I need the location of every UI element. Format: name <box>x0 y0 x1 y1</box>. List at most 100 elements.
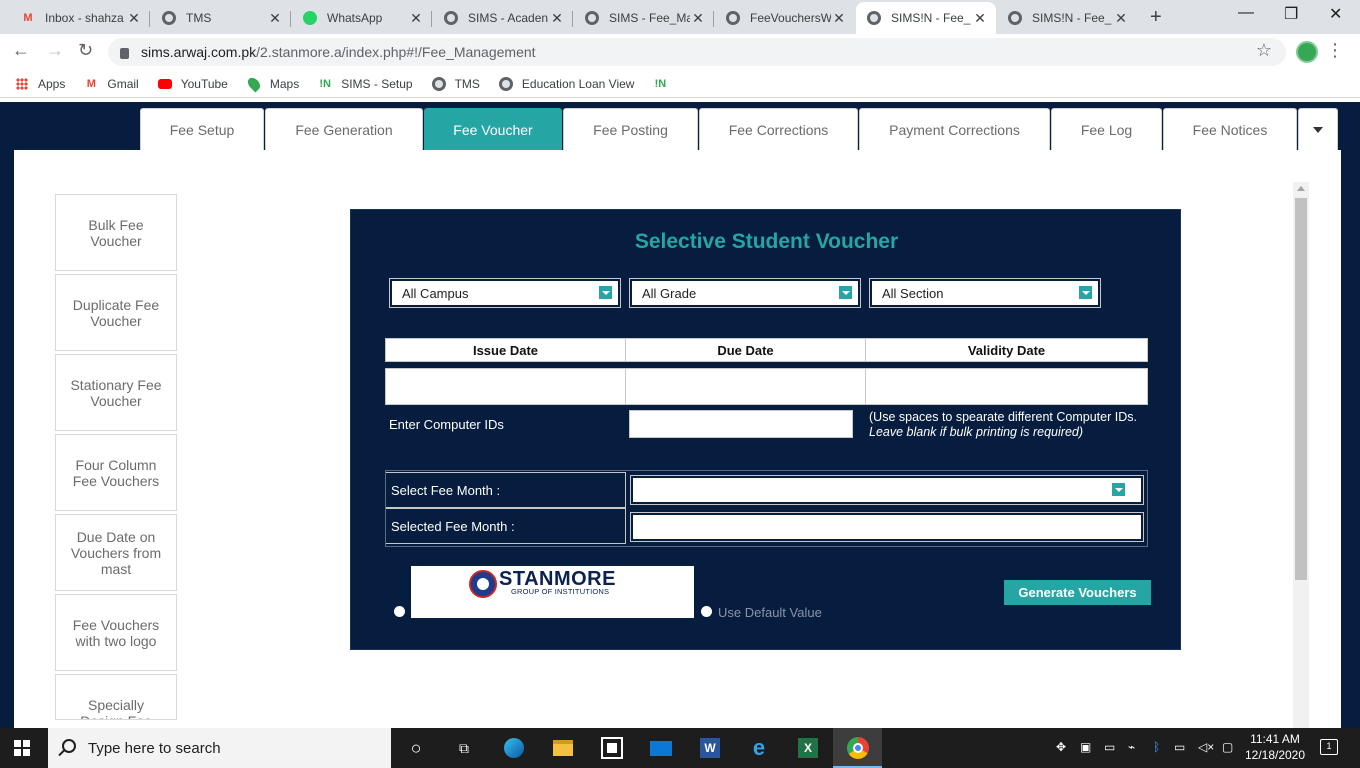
browser-tab-simsin-active[interactable]: SIMS!N - Fee_ ✕ <box>856 2 996 34</box>
tab-fee-notices[interactable]: Fee Notices <box>1163 108 1297 150</box>
bookmark-sims-setup[interactable]: !N SIMS - Setup <box>317 76 412 92</box>
scrollbar-thumb[interactable] <box>1295 198 1307 580</box>
edge-icon[interactable] <box>502 736 526 760</box>
logo-radio[interactable] <box>394 606 405 617</box>
window-close-icon[interactable]: ✕ <box>1329 4 1342 24</box>
store-icon[interactable] <box>600 736 624 760</box>
windows-start-icon[interactable] <box>14 740 30 756</box>
globe-icon <box>443 10 459 26</box>
tray-battery-icon[interactable]: ▭ <box>1174 740 1185 754</box>
hint-line-1: (Use spaces to spearate different Comput… <box>869 410 1137 424</box>
new-tab-icon[interactable]: + <box>1150 6 1162 29</box>
search-placeholder: Type here to search <box>88 739 221 757</box>
file-explorer-icon[interactable] <box>551 736 575 760</box>
browser-tab-sims-fee[interactable]: SIMS - Fee_Ma ✕ <box>574 4 714 32</box>
system-clock[interactable]: 11:41 AM 12/18/2020 <box>1236 731 1314 763</box>
bluetooth-icon[interactable]: ᛒ <box>1153 740 1160 754</box>
date-table: Issue Date Due Date Validity Date <box>385 338 1148 405</box>
browser-tab-sims-academic[interactable]: SIMS - Acaden ✕ <box>433 4 573 32</box>
selected-fee-month-field[interactable] <box>630 512 1144 542</box>
input-method-icon[interactable]: ▢ <box>1222 740 1233 754</box>
close-icon[interactable]: ✕ <box>126 10 142 27</box>
section-select[interactable]: All Section <box>869 278 1101 308</box>
chrome-taskbar-button[interactable] <box>833 728 882 768</box>
internet-explorer-icon[interactable]: e <box>747 735 771 760</box>
profile-avatar[interactable] <box>1296 41 1318 63</box>
default-value-radio[interactable] <box>701 606 712 617</box>
back-icon[interactable]: ← <box>12 40 30 61</box>
forward-icon[interactable]: → <box>46 40 64 61</box>
selected-fee-month-label: Selected Fee Month : <box>386 508 626 544</box>
tray-app-icon[interactable]: ▣ <box>1080 740 1091 754</box>
close-icon[interactable]: ✕ <box>690 10 706 27</box>
address-bar[interactable]: sims.arwaj.com.pk/2.stanmore.a/index.php… <box>108 38 1286 66</box>
bookmark-sims-in[interactable]: !N <box>652 76 676 92</box>
fee-month-select[interactable] <box>630 475 1144 505</box>
excel-icon[interactable]: X <box>796 736 820 760</box>
select-fee-month-label: Select Fee Month : <box>386 472 626 508</box>
task-view-icon[interactable]: ⧉ <box>452 736 476 760</box>
grade-select[interactable]: All Grade <box>629 278 861 308</box>
sidebar-item-stationary-fee-voucher[interactable]: Stationary Fee Voucher <box>55 354 177 431</box>
bookmark-star-icon[interactable]: ☆ <box>1256 40 1272 61</box>
bookmark-apps[interactable]: Apps <box>14 76 65 92</box>
due-date-input[interactable] <box>625 368 866 405</box>
computer-ids-hint: (Use spaces to spearate different Comput… <box>869 410 1137 440</box>
word-icon[interactable]: W <box>698 736 722 760</box>
tray-wifi-off-icon[interactable]: ⌁ <box>1128 740 1135 754</box>
bookmark-youtube[interactable]: YouTube <box>157 76 228 92</box>
bookmark-education-loan[interactable]: Education Loan View <box>498 76 634 92</box>
browser-tab-feevouchers[interactable]: FeeVouchersW ✕ <box>715 4 855 32</box>
sidebar-item-two-logo[interactable]: Fee Vouchers with two logo <box>55 594 177 671</box>
taskbar-search[interactable]: Type here to search <box>48 728 391 768</box>
tab-title: TMS <box>186 11 212 25</box>
tabs-more-dropdown[interactable] <box>1298 108 1338 150</box>
browser-tab-tms[interactable]: TMS ✕ <box>151 4 291 32</box>
tab-fee-voucher[interactable]: Fee Voucher <box>424 108 562 150</box>
tab-title: SIMS!N - Fee_ <box>1032 11 1112 25</box>
mail-icon[interactable] <box>649 736 673 760</box>
minimize-icon[interactable]: — <box>1238 4 1254 22</box>
browser-tab-inbox[interactable]: M Inbox - shahza ✕ <box>10 4 150 32</box>
cortana-icon[interactable]: ○ <box>404 736 428 760</box>
sidebar-item-duplicate-fee-voucher[interactable]: Duplicate Fee Voucher <box>55 274 177 351</box>
tab-fee-corrections[interactable]: Fee Corrections <box>699 108 858 150</box>
tray-network-icon[interactable]: ✥ <box>1056 740 1066 754</box>
notification-center-icon[interactable]: 1 <box>1320 739 1338 755</box>
tab-fee-posting[interactable]: Fee Posting <box>563 108 698 150</box>
volume-muted-icon[interactable]: ◁× <box>1198 740 1214 754</box>
page-scrollbar[interactable] <box>1293 182 1309 728</box>
bookmark-gmail[interactable]: M Gmail <box>83 76 139 92</box>
tray-display-icon[interactable]: ▭ <box>1104 740 1115 754</box>
scroll-up-icon[interactable] <box>1297 186 1305 191</box>
reload-icon[interactable]: ↻ <box>78 40 93 61</box>
restore-icon[interactable]: ❐ <box>1284 4 1298 24</box>
validity-date-input[interactable] <box>865 368 1148 405</box>
sidebar-item-bulk-fee-voucher[interactable]: Bulk Fee Voucher <box>55 194 177 271</box>
menu-kebab-icon[interactable]: ⋮ <box>1326 40 1344 61</box>
tab-fee-generation[interactable]: Fee Generation <box>265 108 423 150</box>
close-icon[interactable]: ✕ <box>267 10 283 27</box>
globe-icon <box>1007 10 1023 26</box>
issue-date-input[interactable] <box>385 368 626 405</box>
computer-ids-input[interactable] <box>629 410 853 438</box>
close-icon[interactable]: ✕ <box>831 10 847 27</box>
browser-tab-whatsapp[interactable]: WhatsApp ✕ <box>292 4 432 32</box>
tab-fee-setup[interactable]: Fee Setup <box>140 108 264 150</box>
close-icon[interactable]: ✕ <box>1113 10 1129 27</box>
sidebar-item-specially-design[interactable]: Specially Design Fee <box>55 674 177 720</box>
tab-payment-corrections[interactable]: Payment Corrections <box>859 108 1050 150</box>
generate-vouchers-button[interactable]: Generate Vouchers <box>1004 580 1151 605</box>
bookmark-maps[interactable]: Maps <box>245 75 299 92</box>
fee-tab-bar: Fee Setup Fee Generation Fee Voucher Fee… <box>140 108 1339 150</box>
sidebar-item-four-column[interactable]: Four Column Fee Vouchers <box>55 434 177 511</box>
close-icon[interactable]: ✕ <box>972 10 988 27</box>
tab-fee-log[interactable]: Fee Log <box>1051 108 1162 150</box>
browser-tab-simsin[interactable]: SIMS!N - Fee_ ✕ <box>997 4 1137 32</box>
close-icon[interactable]: ✕ <box>408 10 424 27</box>
sidebar-item-due-date[interactable]: Due Date on Vouchers from mast <box>55 514 177 591</box>
search-icon <box>62 739 76 753</box>
close-icon[interactable]: ✕ <box>549 10 565 27</box>
bookmark-tms[interactable]: TMS <box>431 76 480 92</box>
campus-select[interactable]: All Campus <box>389 278 621 308</box>
